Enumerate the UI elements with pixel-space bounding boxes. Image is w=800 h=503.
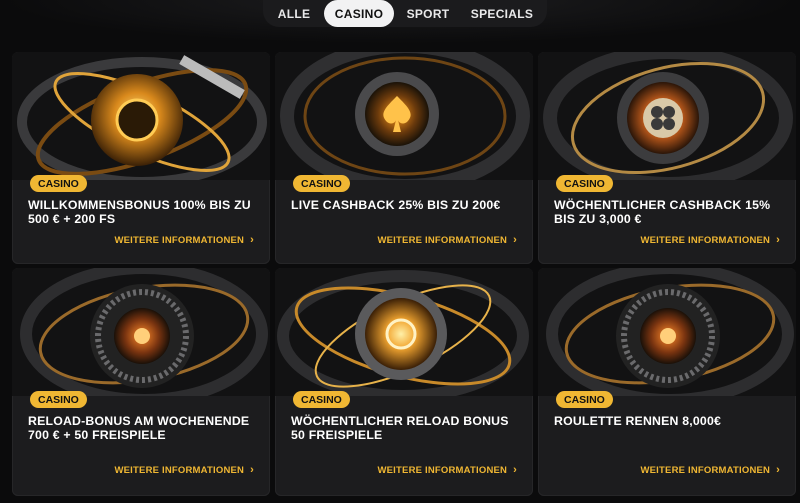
promo-card[interactable]: CASINO WÖCHENTLICHER CASHBACK 15% BIS ZU… [538, 52, 796, 264]
more-info-label: WEITERE INFORMATIONEN [114, 464, 245, 476]
more-info-label: WEITERE INFORMATIONEN [640, 464, 771, 476]
promo-title: WILLKOMMENSBONUS 100% BIS ZU 500 € + 200… [28, 198, 251, 226]
promo-title: WÖCHENTLICHER RELOAD BONUS 50 FREISPIELE [291, 414, 509, 442]
more-info-link[interactable]: WEITERE INFORMATIONEN › [114, 464, 254, 476]
category-tabs: ALLE CASINO SPORT SPECIALS [263, 0, 547, 27]
chevron-right-icon: › [513, 234, 517, 246]
golden-chip-icon [275, 268, 533, 396]
chevron-right-icon: › [250, 234, 254, 246]
tab-casino[interactable]: CASINO [324, 0, 394, 27]
more-info-label: WEITERE INFORMATIONEN [377, 234, 508, 246]
roulette-wheel-icon [12, 268, 270, 396]
more-info-link[interactable]: WEITERE INFORMATIONEN › [640, 234, 780, 246]
more-info-link[interactable]: WEITERE INFORMATIONEN › [640, 464, 780, 476]
roulette-wheel-icon [538, 268, 796, 396]
more-info-label: WEITERE INFORMATIONEN [114, 234, 245, 246]
more-info-link[interactable]: WEITERE INFORMATIONEN › [377, 234, 517, 246]
promo-title: LIVE CASHBACK 25% BIS ZU 200€ [291, 198, 501, 212]
chevron-right-icon: › [776, 234, 780, 246]
category-badge: CASINO [30, 391, 87, 408]
category-badge: CASINO [30, 175, 87, 192]
chevron-right-icon: › [776, 464, 780, 476]
category-badge: CASINO [556, 391, 613, 408]
promo-card[interactable]: CASINO WÖCHENTLICHER RELOAD BONUS 50 FRE… [275, 268, 533, 496]
tab-alle[interactable]: ALLE [268, 0, 320, 27]
more-info-link[interactable]: WEITERE INFORMATIONEN › [114, 234, 254, 246]
promo-card[interactable]: CASINO ROULETTE RENNEN 8,000€ WEITERE IN… [538, 268, 796, 496]
tab-specials[interactable]: SPECIALS [462, 0, 542, 27]
category-badge: CASINO [293, 175, 350, 192]
tab-sport[interactable]: SPORT [398, 0, 458, 27]
spade-chip-icon [275, 52, 533, 180]
promo-title: WÖCHENTLICHER CASHBACK 15% BIS ZU 3,000 … [554, 198, 771, 226]
promo-card[interactable]: CASINO WILLKOMMENSBONUS 100% BIS ZU 500 … [12, 52, 270, 264]
promo-title: ROULETTE RENNEN 8,000€ [554, 414, 722, 428]
more-info-label: WEITERE INFORMATIONEN [377, 464, 508, 476]
promo-title: RELOAD-BONUS AM WOCHENENDE 700 € + 50 FR… [28, 414, 250, 442]
chevron-right-icon: › [250, 464, 254, 476]
golden-sphere-icon [12, 52, 270, 180]
more-info-label: WEITERE INFORMATIONEN [640, 234, 771, 246]
promo-card[interactable]: CASINO RELOAD-BONUS AM WOCHENENDE 700 € … [12, 268, 270, 496]
category-badge: CASINO [556, 175, 613, 192]
more-info-link[interactable]: WEITERE INFORMATIONEN › [377, 464, 517, 476]
promo-card[interactable]: CASINO LIVE CASHBACK 25% BIS ZU 200€ WEI… [275, 52, 533, 264]
chevron-right-icon: › [513, 464, 517, 476]
tab-bar-area: ALLE CASINO SPORT SPECIALS [0, 0, 800, 44]
category-badge: CASINO [293, 391, 350, 408]
clover-chip-icon [538, 52, 796, 180]
promotions-grid: CASINO WILLKOMMENSBONUS 100% BIS ZU 500 … [12, 52, 796, 498]
